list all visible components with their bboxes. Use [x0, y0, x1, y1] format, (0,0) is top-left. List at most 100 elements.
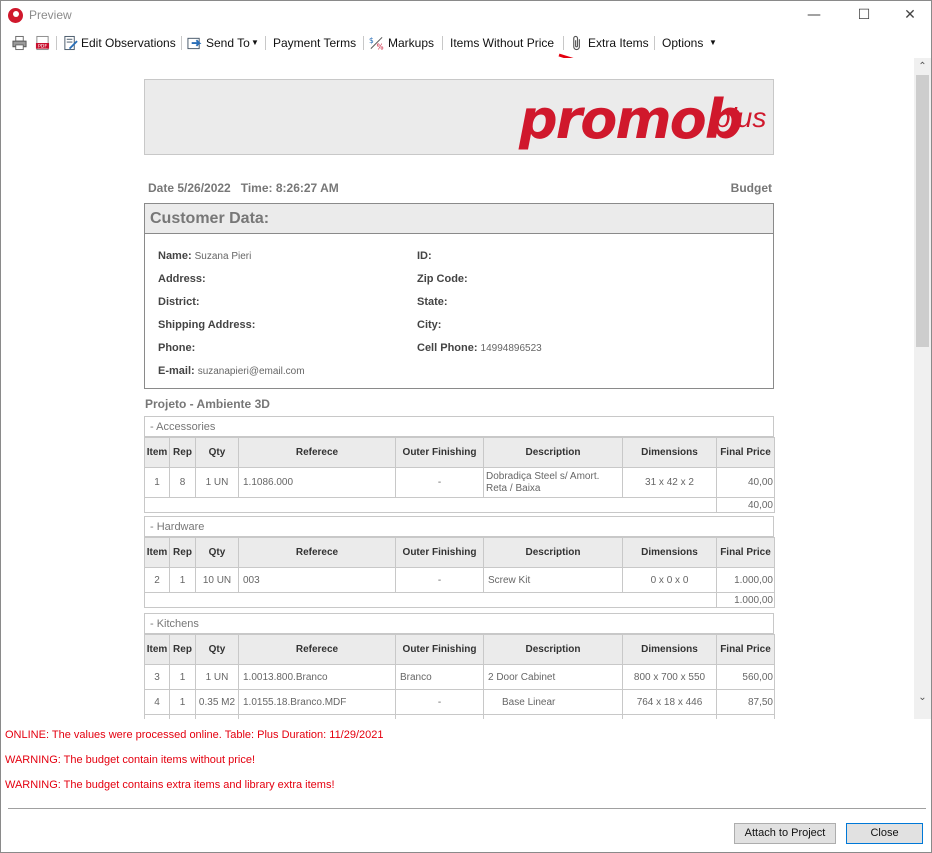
close-window-button[interactable]: ✕: [887, 1, 932, 30]
items-without-price-button[interactable]: Items Without Price: [450, 33, 554, 53]
edit-observations-button[interactable]: Edit Observations: [81, 33, 176, 53]
scroll-thumb[interactable]: [916, 75, 929, 347]
markups-icon: $ %: [369, 36, 384, 51]
cell-qty: 1 UN: [195, 664, 239, 690]
options-dropdown-icon[interactable]: ▼: [709, 33, 717, 53]
col-final-price: Final Price: [716, 437, 775, 468]
window-title: Preview: [29, 8, 72, 22]
cell-final-price: 40,00: [716, 467, 775, 498]
customer-district: District:: [158, 296, 200, 308]
cell-rep: 1: [169, 567, 196, 593]
section-title: - Kitchens: [144, 613, 774, 634]
cell-item: 3: [144, 664, 170, 690]
col-description: Description: [483, 634, 623, 665]
scroll-down-icon[interactable]: ⌄: [914, 689, 931, 706]
col-reference: Referece: [238, 437, 396, 468]
document-viewer[interactable]: promob plus Date 5/26/2022 Time: 8:26:27…: [2, 58, 914, 719]
col-final-price: Final Price: [716, 537, 775, 568]
promob-logo: promob: [519, 88, 743, 151]
section-total: 40,00: [716, 497, 775, 513]
cell-rep: 1: [169, 689, 196, 715]
warning-message: WARNING: The budget contains extra items…: [5, 779, 335, 791]
customer-data-title: Customer Data:: [145, 204, 773, 234]
scroll-up-icon[interactable]: ⌃: [914, 58, 931, 75]
markups-button[interactable]: Markups: [388, 33, 434, 53]
col-outer-finishing: Outer Finishing: [395, 634, 484, 665]
promob-logo-plus: plus: [715, 102, 767, 133]
vertical-scrollbar[interactable]: ⌃ ⌄: [914, 58, 931, 719]
close-button[interactable]: Close: [846, 823, 923, 844]
col-item: Item: [144, 634, 170, 665]
cell-reference: 1.0155.18.Branco.MDF: [238, 689, 396, 715]
budget-label: Budget: [730, 181, 772, 195]
cell-dimensions: 31 x 42 x 2: [622, 467, 717, 498]
col-dimensions: Dimensions: [622, 634, 717, 665]
cell-final-price: 1.000,00: [716, 567, 775, 593]
cell-item: 4: [144, 689, 170, 715]
section-title: - Accessories: [144, 416, 774, 437]
col-reference: Referece: [238, 634, 396, 665]
messages-panel: ONLINE: The values were processed online…: [2, 719, 931, 809]
cell-dimensions: 0 x 0 x 0: [622, 567, 717, 593]
table-row: 3 1 1 UN 1.0013.800.Branco Branco 2 Door…: [144, 664, 775, 690]
table-row: 4 1 0.35 M2 1.0155.18.Branco.MDF - Base …: [144, 689, 775, 715]
customer-state: State:: [417, 296, 448, 308]
options-button[interactable]: Options: [662, 33, 703, 53]
cell-reference: 1.0013.800.Branco: [238, 664, 396, 690]
online-message: ONLINE: The values were processed online…: [5, 729, 384, 741]
cell-description: Base Linear: [483, 689, 623, 715]
pdf-icon[interactable]: PDF: [35, 35, 50, 51]
attach-to-project-button[interactable]: Attach to Project: [734, 823, 836, 844]
cell-final-price: 87,50: [716, 689, 775, 715]
col-rep: Rep: [169, 437, 196, 468]
col-outer-finishing: Outer Finishing: [395, 437, 484, 468]
customer-cell-phone: Cell Phone: 14994896523: [417, 342, 542, 354]
svg-text:%: %: [377, 43, 384, 51]
promob-app-icon: [8, 8, 23, 23]
table-row: 1 8 1 UN 1.1086.000 - Dobradiça Steel s/…: [144, 467, 775, 498]
section-hardware: - Hardware Item Rep Qty Referece Outer F…: [144, 516, 775, 608]
cell-description: Dobradiça Steel s/ Amort. Reta / Baixa: [483, 467, 623, 498]
col-item: Item: [144, 537, 170, 568]
customer-zip-code: Zip Code:: [417, 273, 468, 285]
cell-description: 2 Door Cabinet: [483, 664, 623, 690]
col-dimensions: Dimensions: [622, 537, 717, 568]
edit-document-icon: [64, 35, 78, 51]
customer-address: Address:: [158, 273, 206, 285]
extra-items-button[interactable]: Extra Items: [588, 33, 649, 53]
cell-qty: 10 UN: [195, 567, 239, 593]
cell-reference: 003: [238, 567, 396, 593]
col-rep: Rep: [169, 537, 196, 568]
items-table: Item Rep Qty Referece Outer Finishing De…: [144, 437, 775, 513]
col-qty: Qty: [195, 437, 239, 468]
cell-item: 1: [144, 467, 170, 498]
col-description: Description: [483, 437, 623, 468]
section-accessories: - Accessories Item Rep Qty Referece Oute…: [144, 416, 775, 513]
customer-city: City:: [417, 319, 442, 331]
items-table: Item Rep Qty Referece Outer Finishing De…: [144, 634, 775, 719]
cell-outer-finishing: -: [395, 567, 484, 593]
send-to-dropdown-icon[interactable]: ▼: [251, 33, 259, 53]
title-bar: Preview — ☐ ✕: [1, 1, 931, 30]
payment-terms-button[interactable]: Payment Terms: [273, 33, 356, 53]
table-header-row: Item Rep Qty Referece Outer Finishing De…: [144, 537, 775, 568]
cell-outer-finishing: -: [395, 467, 484, 498]
cell-rep: 1: [169, 664, 196, 690]
table-header-row: Item Rep Qty Referece Outer Finishing De…: [144, 437, 775, 468]
send-to-button[interactable]: Send To: [206, 33, 250, 53]
cell-qty: 1 UN: [195, 467, 239, 498]
minimize-button[interactable]: —: [791, 1, 837, 30]
table-header-row: Item Rep Qty Referece Outer Finishing De…: [144, 634, 775, 665]
cell-reference: 1.1086.000: [238, 467, 396, 498]
customer-phone: Phone:: [158, 342, 196, 354]
maximize-button[interactable]: ☐: [841, 1, 887, 30]
svg-text:PDF: PDF: [38, 44, 47, 50]
customer-shipping-address: Shipping Address:: [158, 319, 256, 331]
divider: [8, 808, 926, 809]
toolbar: PDF Edit Observations Send To ▼ Payment …: [1, 30, 931, 56]
paperclip-icon: [573, 35, 580, 51]
printer-icon[interactable]: [12, 35, 27, 51]
col-final-price: Final Price: [716, 634, 775, 665]
section-kitchens: - Kitchens Item Rep Qty Referece Outer F…: [144, 613, 775, 719]
cell-item: 2: [144, 567, 170, 593]
